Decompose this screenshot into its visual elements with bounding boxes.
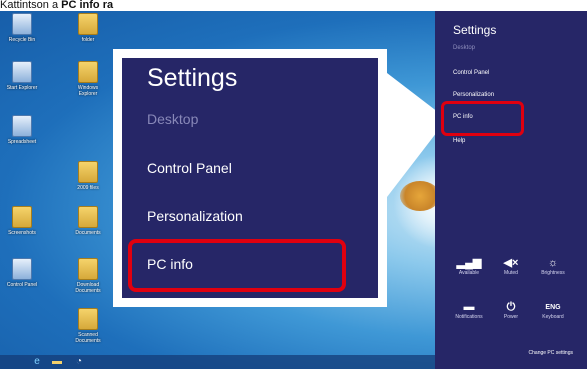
app-pin-icon[interactable]: ◔ xyxy=(72,356,86,368)
keyboard-label: Keyboard xyxy=(542,314,564,320)
volume-label: Muted xyxy=(504,270,518,276)
network-button[interactable]: ▂▄▆ Available xyxy=(447,257,491,277)
instruction-caption: Kattintson a PC info ra xyxy=(0,0,587,11)
brightness-button[interactable]: ☼ Brightness xyxy=(531,257,575,277)
charms-item-help[interactable]: Help xyxy=(453,138,465,144)
desktop-icon-documents[interactable]: Documents xyxy=(70,206,106,250)
charms-item-personalization[interactable]: Personalization xyxy=(453,92,494,98)
app-icon xyxy=(12,61,32,83)
keyboard-button[interactable]: ENG Keyboard xyxy=(531,301,575,321)
desktop-icon-control-panel[interactable]: Control Panel xyxy=(4,258,40,302)
volume-button[interactable]: ◀× Muted xyxy=(489,257,533,277)
change-pc-settings-link[interactable]: Change PC settings xyxy=(529,350,573,356)
folder-icon xyxy=(78,308,98,330)
desktop-icon-windows-explorer[interactable]: Windows Explorer xyxy=(70,61,106,105)
notifications-button[interactable]: ▬ Notifications xyxy=(447,301,491,321)
desktop-icon-recycle-bin[interactable]: Recycle Bin xyxy=(4,13,40,57)
caption-bold: PC info ra xyxy=(61,0,114,11)
notifications-label: Notifications xyxy=(455,314,483,320)
wallpaper-flower-center xyxy=(400,181,440,211)
caption-prefix: Kattintson a xyxy=(0,0,62,11)
folder-icon xyxy=(78,61,98,83)
charms-item-desktop: Desktop xyxy=(453,45,476,51)
file-explorer-icon[interactable]: ▬ xyxy=(50,356,64,368)
notifications-icon: ▬ xyxy=(463,301,475,313)
folder-icon xyxy=(78,13,98,35)
zoom-item-personalization[interactable]: Personalization xyxy=(147,208,243,224)
zoom-pc-info-highlight xyxy=(128,239,346,292)
charms-item-control-panel[interactable]: Control Panel xyxy=(453,70,489,76)
zoom-item-desktop: Desktop xyxy=(147,111,199,127)
keyboard-icon: ENG xyxy=(545,304,561,311)
zoom-settings-panel: Settings Desktop Control Panel Personali… xyxy=(122,58,378,298)
desktop-icon-scanned[interactable]: Scanned Documents xyxy=(70,308,106,352)
network-label: Available xyxy=(458,270,480,276)
desktop-icon-start-explorer[interactable]: Start Explorer xyxy=(4,61,40,105)
folder-icon xyxy=(78,161,98,183)
power-button[interactable]: ⏻ Power xyxy=(489,301,533,321)
network-icon: ▂▄▆ xyxy=(456,257,482,269)
brightness-icon: ☼ xyxy=(547,257,559,269)
zoom-item-control-panel[interactable]: Control Panel xyxy=(147,160,232,176)
desktop-icon-spreadsheet[interactable]: Spreadsheet xyxy=(4,115,40,159)
internet-explorer-icon[interactable]: e xyxy=(30,356,44,368)
zoom-callout: Settings Desktop Control Panel Personali… xyxy=(113,49,387,307)
desktop-icon-screenshots[interactable]: Screenshots xyxy=(4,206,40,250)
desktop-icon-downloads[interactable]: Download Documents xyxy=(70,258,106,302)
app-icon xyxy=(12,115,32,137)
app-icon xyxy=(12,258,32,280)
folder-icon xyxy=(78,258,98,280)
desktop-icon-files[interactable]: 2009 files xyxy=(70,161,106,205)
folder-icon xyxy=(12,206,32,228)
volume-muted-icon: ◀× xyxy=(503,257,519,269)
charms-settings-title: Settings xyxy=(453,23,497,37)
zoom-settings-title: Settings xyxy=(147,64,238,92)
power-icon: ⏻ xyxy=(506,301,516,313)
settings-charm-panel: Settings Desktop Control Panel Personali… xyxy=(435,11,587,369)
folder-icon xyxy=(78,206,98,228)
brightness-label: Brightness xyxy=(541,270,565,276)
desktop-icon-folder[interactable]: folder xyxy=(70,13,106,57)
recycle-bin-icon xyxy=(12,13,32,35)
desktop: Recycle Bin folder Start Explorer Window… xyxy=(0,11,587,369)
power-label: Power xyxy=(503,314,519,320)
charms-pc-info-highlight xyxy=(441,101,524,136)
